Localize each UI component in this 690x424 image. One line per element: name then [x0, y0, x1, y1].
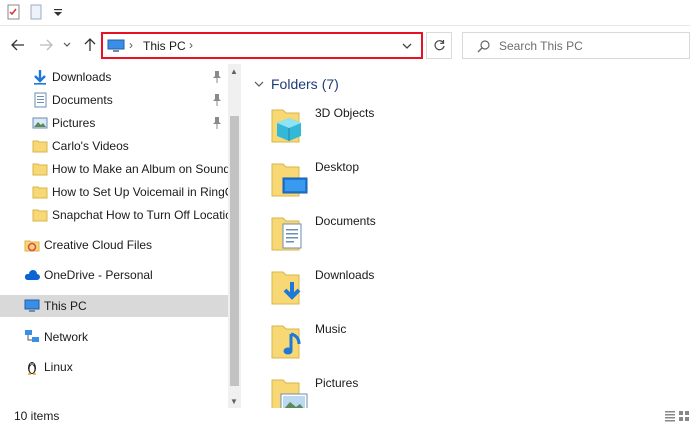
breadcrumb-separator[interactable]: ›: [129, 38, 133, 52]
address-bar[interactable]: › This PC ›: [101, 32, 423, 59]
group-count: (7): [321, 76, 339, 92]
folder-icon: [32, 138, 48, 154]
pin-icon[interactable]: [212, 93, 222, 107]
navigation-pane: Downloads Documents Pictures Carlo's Vid…: [0, 64, 228, 408]
nav-item-label: Snapchat How to Turn Off Location: [52, 208, 228, 222]
nav-item-downloads[interactable]: Downloads: [0, 66, 228, 88]
recent-locations-chevron-icon[interactable]: [60, 35, 74, 55]
folder-documents[interactable]: Documents: [269, 208, 469, 260]
item-count: 10 items: [14, 409, 60, 423]
documents-icon: [32, 92, 48, 108]
breadcrumb-this-pc[interactable]: This PC: [143, 39, 186, 53]
nav-item-label: Linux: [44, 360, 73, 374]
pictures-folder-icon: [269, 374, 309, 408]
onedrive-cloud-icon: [24, 267, 40, 283]
pin-icon[interactable]: [212, 116, 222, 130]
nav-item-carlos-videos[interactable]: Carlo's Videos: [0, 135, 228, 157]
nav-item-label: Network: [44, 330, 89, 344]
nav-item-this-pc[interactable]: This PC: [0, 295, 228, 317]
properties-icon[interactable]: [6, 4, 22, 20]
quick-access-toolbar: [0, 0, 690, 26]
nav-item-label: Documents: [52, 93, 113, 107]
folder-music[interactable]: Music: [269, 316, 469, 368]
large-icons-view-icon[interactable]: [678, 410, 690, 422]
this-pc-icon: [24, 298, 40, 314]
search-box[interactable]: [462, 32, 690, 59]
documents-folder-icon: [269, 212, 309, 252]
scrollbar-thumb[interactable]: [230, 116, 239, 386]
folder-icon: [32, 207, 48, 223]
folder-desktop[interactable]: Desktop: [269, 154, 469, 206]
nav-item-soundcloud-album[interactable]: How to Make an Album on SoundC: [0, 158, 228, 180]
details-view-icon[interactable]: [664, 410, 676, 422]
folder-downloads[interactable]: Downloads: [269, 262, 469, 314]
desktop-folder-icon: [269, 158, 309, 198]
this-pc-icon: [107, 39, 125, 52]
folder-name: Downloads: [315, 268, 375, 282]
breadcrumb-separator[interactable]: ›: [189, 38, 193, 52]
navigation-row: › This PC ›: [0, 26, 690, 64]
folder-icon: [32, 161, 48, 177]
nav-item-label: Downloads: [52, 70, 112, 84]
nav-item-label: Carlo's Videos: [52, 139, 129, 153]
folder-3d-objects[interactable]: 3D Objects: [269, 100, 469, 152]
nav-item-ringcentral-voicemail[interactable]: How to Set Up Voicemail in RingCe: [0, 181, 228, 203]
linux-penguin-icon: [24, 359, 40, 375]
scroll-up-arrow-icon[interactable]: ▲: [230, 67, 238, 76]
address-dropdown-icon[interactable]: [401, 38, 415, 54]
nav-item-label: How to Set Up Voicemail in RingCe: [52, 185, 228, 199]
customize-dropdown-icon[interactable]: [50, 4, 66, 20]
nav-item-label: Creative Cloud Files: [44, 238, 153, 252]
up-arrow-icon[interactable]: [80, 35, 100, 55]
3d-objects-folder-icon: [269, 104, 309, 144]
search-input[interactable]: [499, 37, 679, 54]
folder-name: 3D Objects: [315, 106, 375, 120]
pin-icon[interactable]: [212, 70, 222, 84]
refresh-icon: [433, 40, 445, 51]
pictures-icon: [32, 115, 48, 131]
folder-name: Pictures: [315, 376, 359, 390]
music-folder-icon: [269, 320, 309, 360]
status-bar: 10 items: [0, 408, 690, 424]
nav-item-pictures[interactable]: Pictures: [0, 112, 228, 134]
folder-name: Documents: [315, 214, 376, 228]
nav-item-label: OneDrive - Personal: [44, 268, 153, 282]
navigation-scrollbar[interactable]: ▲ ▼: [228, 64, 241, 408]
nav-item-onedrive-personal[interactable]: OneDrive - Personal: [0, 264, 228, 286]
folders-group-header[interactable]: Folders (7): [253, 76, 339, 92]
folder-icon: [32, 184, 48, 200]
back-arrow-icon[interactable]: [8, 35, 28, 55]
group-title: Folders: [271, 76, 318, 92]
nav-item-documents[interactable]: Documents: [0, 89, 228, 111]
downloads-folder-icon: [269, 266, 309, 306]
content-pane: Folders (7) 3D Objects Desktop Documents…: [241, 64, 690, 408]
download-arrow-icon: [32, 69, 48, 85]
new-folder-icon[interactable]: [28, 4, 44, 20]
refresh-button[interactable]: [426, 32, 452, 59]
nav-item-label: This PC: [44, 299, 87, 313]
nav-item-snapchat-location[interactable]: Snapchat How to Turn Off Location: [0, 204, 228, 226]
nav-item-label: How to Make an Album on SoundC: [52, 162, 228, 176]
folder-name: Music: [315, 322, 347, 336]
folder-name: Desktop: [315, 160, 360, 174]
network-icon: [24, 329, 40, 345]
nav-item-label: Pictures: [52, 116, 96, 130]
nav-item-linux[interactable]: Linux: [0, 356, 228, 378]
nav-item-creative-cloud-files[interactable]: Creative Cloud Files: [0, 234, 228, 256]
creative-cloud-icon: [24, 237, 40, 253]
chevron-down-icon[interactable]: [253, 78, 265, 90]
forward-arrow-icon[interactable]: [36, 35, 56, 55]
folder-pictures[interactable]: Pictures: [269, 370, 469, 408]
scroll-down-arrow-icon[interactable]: ▼: [230, 397, 238, 406]
search-icon: [477, 39, 491, 53]
nav-item-network[interactable]: Network: [0, 326, 228, 348]
